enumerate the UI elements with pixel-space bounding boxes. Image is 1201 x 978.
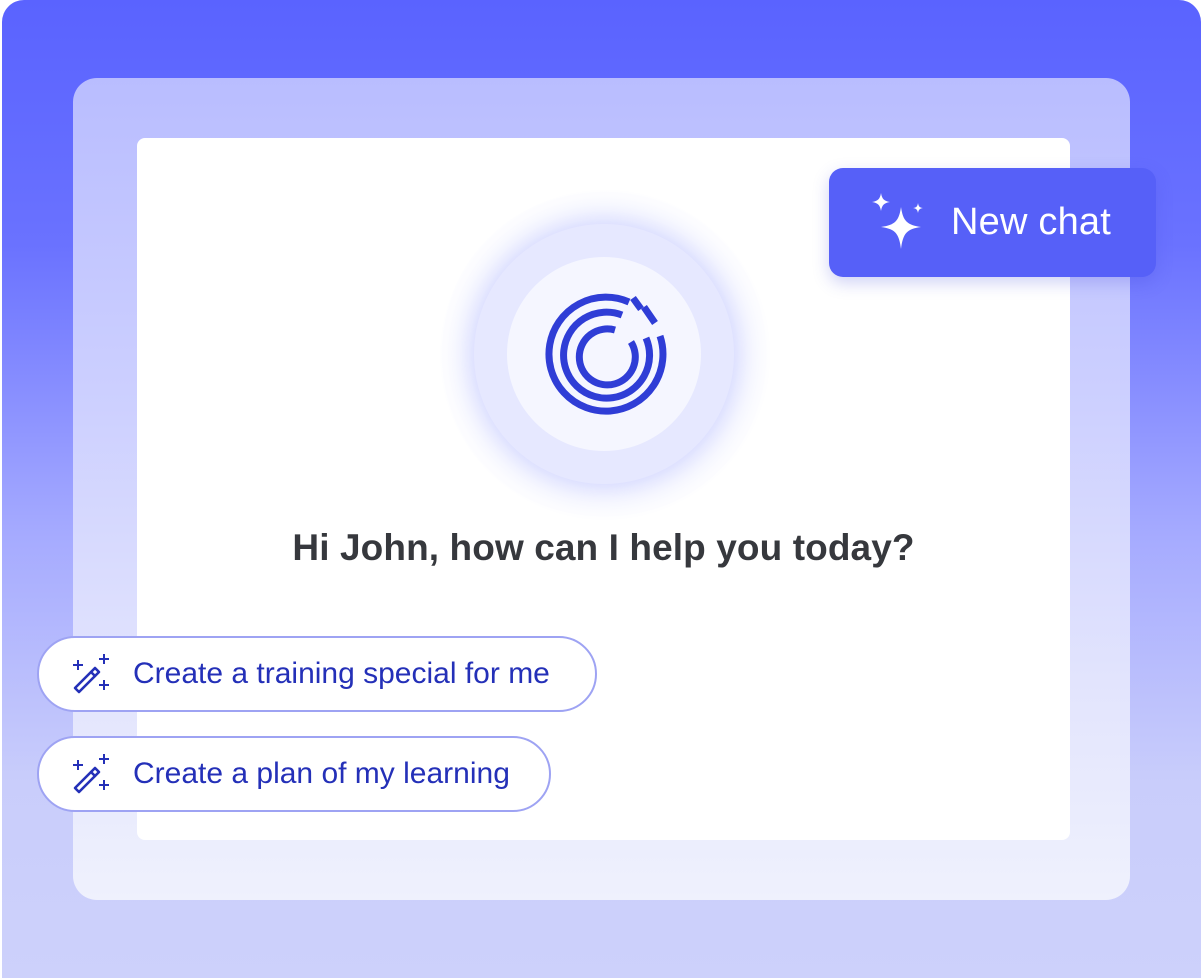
magic-wand-icon — [73, 754, 109, 794]
suggestion-label: Create a training special for me — [133, 657, 550, 690]
magic-wand-icon — [73, 654, 109, 694]
suggestion-chip-learning-plan[interactable]: Create a plan of my learning — [37, 736, 551, 812]
suggestion-chip-training[interactable]: Create a training special for me — [37, 636, 597, 712]
greeting-heading: Hi John, how can I help you today? — [292, 527, 915, 568]
sparkles-icon — [872, 192, 923, 249]
assistant-logo-icon — [545, 293, 667, 415]
new-chat-button[interactable]: New chat — [829, 168, 1156, 277]
new-chat-label: New chat — [951, 201, 1112, 243]
suggestion-label: Create a plan of my learning — [133, 757, 510, 790]
